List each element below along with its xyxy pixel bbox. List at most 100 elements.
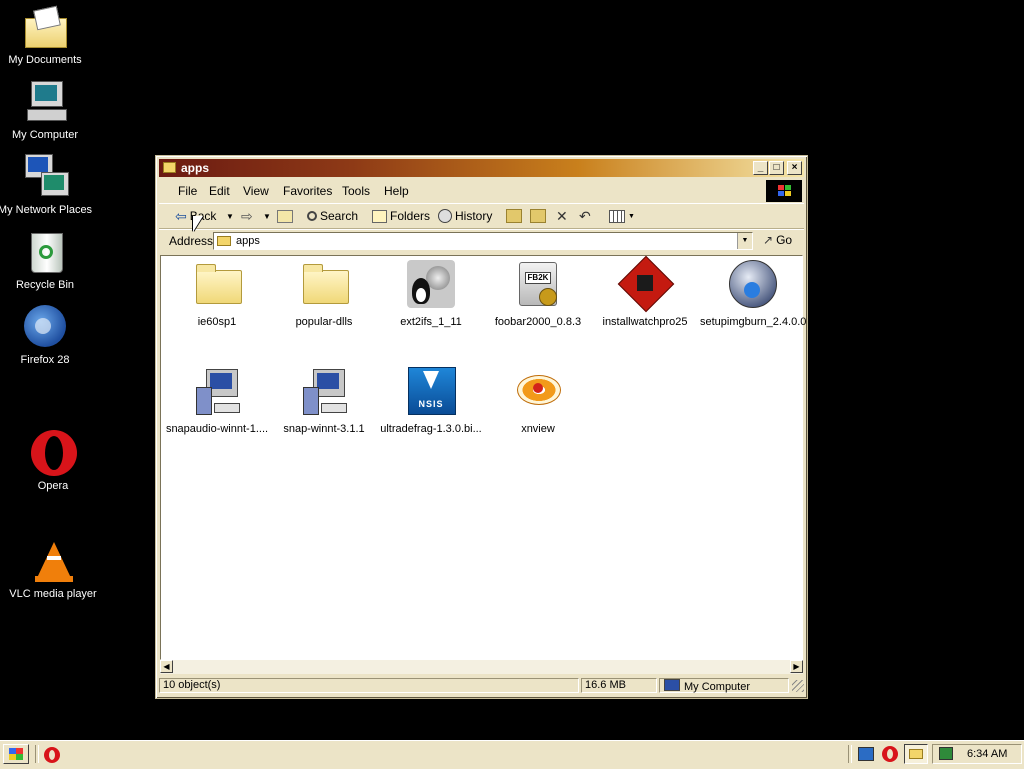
desktop-icon-my-network-places[interactable]: My Network Places xyxy=(0,154,95,216)
desktop-icon-firefox[interactable]: Firefox 28 xyxy=(0,304,95,366)
taskbar-folder-button[interactable] xyxy=(904,744,928,764)
maximize-button[interactable]: □ xyxy=(769,161,784,175)
folders-button[interactable]: Folders xyxy=(372,207,430,225)
folders-icon xyxy=(372,209,387,223)
file-item[interactable]: snap-winnt-3.1.1 xyxy=(272,367,376,435)
quicklaunch-separator xyxy=(35,745,39,763)
file-item[interactable]: FB2K foobar2000_0.8.3 xyxy=(486,260,590,328)
installwatch-icon xyxy=(617,255,675,313)
search-icon xyxy=(307,211,317,221)
menu-tools[interactable]: Tools xyxy=(342,184,370,198)
windows-flag-icon xyxy=(9,748,23,760)
address-dropdown-button[interactable]: ▼ xyxy=(737,233,752,249)
address-bar: Address apps ▼ ↗ Go xyxy=(159,229,804,252)
move-to-button[interactable] xyxy=(506,207,522,225)
tray-network-icon[interactable] xyxy=(939,747,953,760)
file-item-label: foobar2000_0.8.3 xyxy=(494,316,582,328)
up-folder-icon xyxy=(277,209,293,223)
file-item-label: ext2ifs_1_11 xyxy=(400,316,462,328)
close-button[interactable]: × xyxy=(787,161,802,175)
history-button[interactable]: History xyxy=(438,207,492,225)
windows-logo-icon xyxy=(766,180,802,202)
system-tray: 6:34 AM xyxy=(932,744,1022,764)
file-item-label: popular-dlls xyxy=(295,316,353,328)
up-folder-button[interactable] xyxy=(277,207,293,225)
horizontal-scrollbar[interactable]: ◀ ▶ xyxy=(160,660,803,674)
desktop-icon-opera[interactable]: Opera xyxy=(3,430,103,492)
my-computer-small-icon xyxy=(664,679,680,691)
clock[interactable]: 6:34 AM xyxy=(967,748,1007,760)
copy-to-button[interactable] xyxy=(530,207,546,225)
delete-button[interactable]: ✕ xyxy=(556,207,568,225)
file-item-label: ie60sp1 xyxy=(197,316,237,328)
move-to-icon xyxy=(506,209,522,223)
imgburn-icon xyxy=(727,260,777,310)
search-button[interactable]: Search xyxy=(307,207,358,225)
status-bar: 10 object(s) 16.6 MB My Computer xyxy=(159,677,804,694)
start-button[interactable] xyxy=(3,744,29,764)
address-input[interactable]: apps ▼ xyxy=(213,232,753,250)
window-title: apps xyxy=(181,161,210,175)
desktop-icon-label: My Computer xyxy=(11,129,79,141)
forward-dropdown-button[interactable]: ▼ xyxy=(263,207,271,225)
status-object-count: 10 object(s) xyxy=(159,678,579,693)
desktop-icon-my-computer[interactable]: My Computer xyxy=(0,79,95,141)
desktop-icon-label: Firefox 28 xyxy=(20,354,70,366)
address-value: apps xyxy=(236,235,260,247)
views-button[interactable]: ▼ xyxy=(609,207,635,225)
menu-favorites[interactable]: Favorites xyxy=(283,184,332,198)
menu-edit[interactable]: Edit xyxy=(209,184,230,198)
forward-arrow-icon: ⇨ xyxy=(241,207,253,224)
quicklaunch-opera-icon[interactable] xyxy=(44,747,60,763)
back-arrow-icon: ⇦ xyxy=(175,207,187,224)
desktop-icon-label: My Network Places xyxy=(0,204,93,216)
network-places-icon xyxy=(21,154,69,202)
file-item-label: installwatchpro25 xyxy=(602,316,688,328)
undo-icon: ↶ xyxy=(579,207,591,224)
scroll-right-button[interactable]: ▶ xyxy=(790,660,803,673)
file-item-label: setupimgburn_2.4.0.0 xyxy=(700,316,807,328)
resize-grip[interactable] xyxy=(792,680,804,692)
desktop-icon-label: Recycle Bin xyxy=(15,279,75,291)
file-item[interactable]: snapaudio-winnt-1.... xyxy=(165,367,269,435)
folder-icon xyxy=(909,749,923,759)
delete-x-icon: ✕ xyxy=(556,207,568,224)
desktop-icon-label: Opera xyxy=(37,480,69,492)
menu-file[interactable]: File xyxy=(178,184,197,198)
menu-help[interactable]: Help xyxy=(384,184,409,198)
file-item[interactable]: ext2ifs_1_11 xyxy=(379,260,483,328)
folder-icon xyxy=(299,260,349,310)
ext2ifs-installer-icon xyxy=(406,260,456,310)
file-list-area: ie60sp1 popular-dlls ext2ifs_1_11 FB2K f… xyxy=(160,255,807,660)
copy-to-icon xyxy=(530,209,546,223)
go-arrow-icon: ↗ xyxy=(763,233,774,247)
file-item-label: snapaudio-winnt-1.... xyxy=(165,423,269,435)
folder-icon xyxy=(192,260,242,310)
taskbar-desktop-icon[interactable] xyxy=(858,747,874,761)
title-bar[interactable]: apps _ □ × xyxy=(159,159,804,177)
desktop-icon-vlc[interactable]: VLC media player xyxy=(3,538,103,600)
file-item[interactable]: xnview xyxy=(486,367,590,435)
back-dropdown-button[interactable]: ▼ xyxy=(226,207,234,225)
undo-button[interactable]: ↶ xyxy=(579,207,591,225)
file-item[interactable]: setupimgburn_2.4.0.0 xyxy=(700,260,807,328)
opera-icon xyxy=(29,430,77,478)
file-item[interactable]: NSIS ultradefrag-1.3.0.bi... xyxy=(379,367,483,435)
desktop-icon-recycle-bin[interactable]: Recycle Bin xyxy=(0,229,95,291)
taskbar-opera-icon[interactable] xyxy=(882,746,898,762)
file-item[interactable]: popular-dlls xyxy=(272,260,376,328)
menu-view[interactable]: View xyxy=(243,184,269,198)
go-button[interactable]: ↗ Go xyxy=(763,233,792,247)
minimize-button[interactable]: _ xyxy=(753,161,768,175)
file-item-label: snap-winnt-3.1.1 xyxy=(283,423,365,435)
forward-button[interactable]: ⇨ xyxy=(241,207,253,225)
scroll-left-button[interactable]: ◀ xyxy=(160,660,173,673)
file-item[interactable]: installwatchpro25 xyxy=(593,255,697,328)
file-item-label: xnview xyxy=(521,423,555,435)
folder-icon xyxy=(217,236,231,246)
my-computer-icon xyxy=(21,79,69,127)
desktop-icon-my-documents[interactable]: My Documents xyxy=(0,4,95,66)
file-item[interactable]: ie60sp1 xyxy=(165,260,269,328)
setup-computer-icon xyxy=(299,367,349,417)
file-item-label: ultradefrag-1.3.0.bi... xyxy=(380,423,482,435)
